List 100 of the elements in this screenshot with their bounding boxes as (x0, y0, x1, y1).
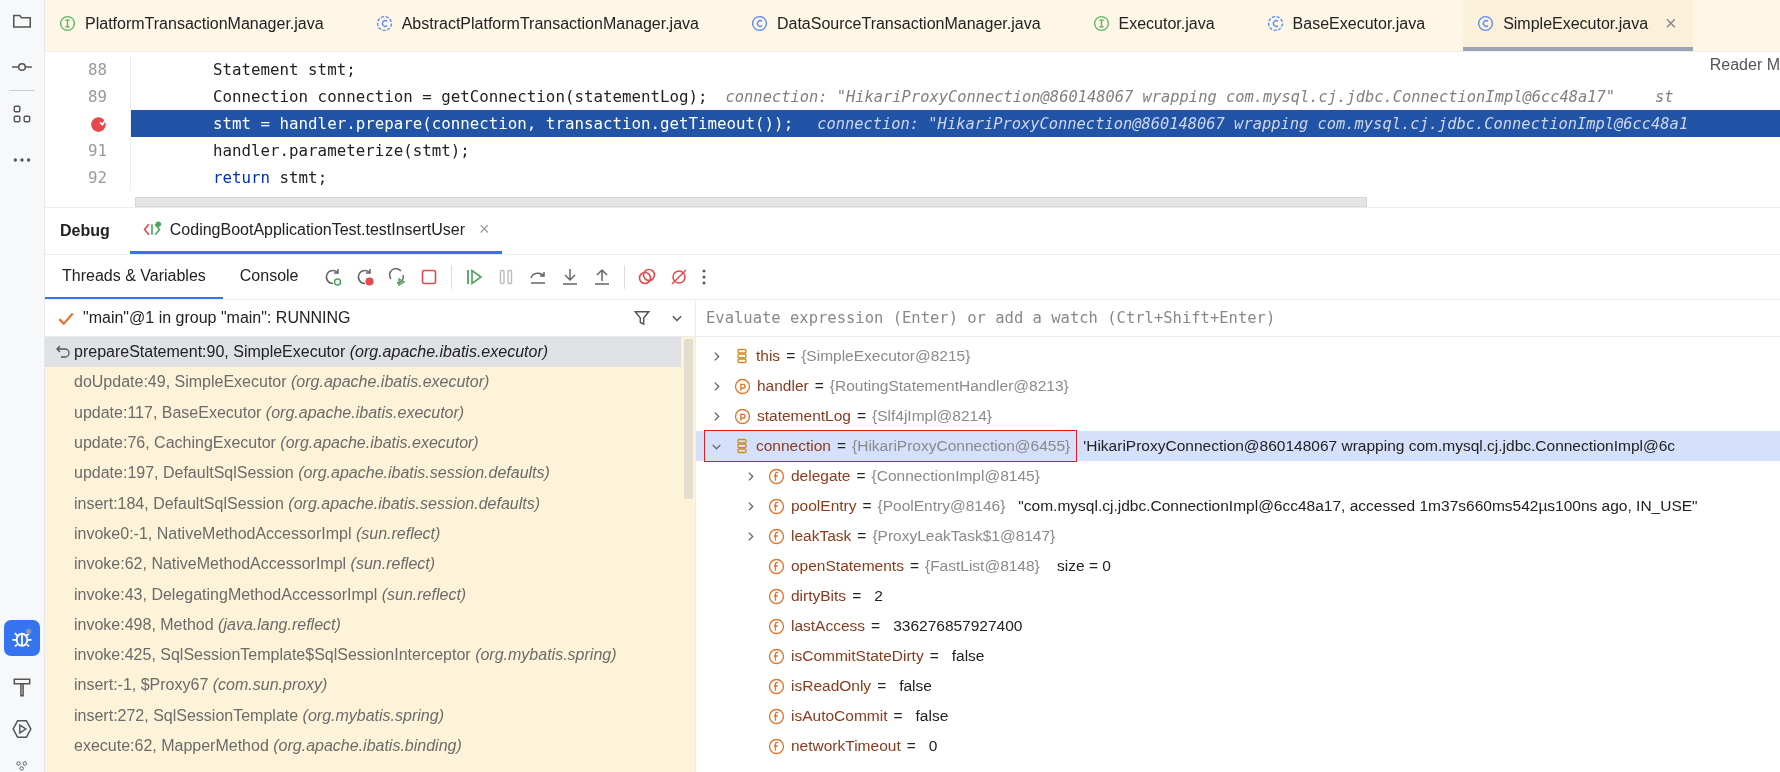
variable-row[interactable]: leakTask = {ProxyLeakTask$1@8147} (696, 521, 1780, 551)
restart-icon[interactable] (387, 267, 408, 287)
breakpoint-icon[interactable] (89, 114, 108, 133)
variable-name: isAutoCommit (791, 707, 888, 725)
variable-name: this (756, 347, 781, 365)
filter-icon[interactable] (633, 309, 651, 327)
code-line: return stmt; (212, 168, 328, 187)
thread-selector[interactable]: "main"@1 in group "main": RUNNING (83, 309, 625, 327)
equals-sign: = (871, 617, 881, 635)
rerun-failed-icon[interactable] (355, 267, 376, 287)
variable-row[interactable]: handler = {RoutingStatementHandler@8213} (696, 371, 1780, 401)
stack-frame[interactable]: execute:62, MapperMethod (org.apache.ibatis.binding) (45, 730, 681, 762)
variable-type: {RoutingStatementHandler@8213} (829, 377, 1069, 395)
equals-sign: = (814, 377, 824, 395)
editor-tab[interactable]: Executor.java (1088, 0, 1241, 51)
debug-icon[interactable] (4, 620, 40, 656)
stack-frame[interactable]: prepareStatement:90, SimpleExecutor (org.apache.ibatis.executor) (45, 337, 681, 368)
editor-tab[interactable]: BaseExecutor.java (1262, 0, 1452, 51)
line-number: 89 (87, 87, 107, 106)
equals-sign: = (862, 497, 872, 515)
equals-sign: = (852, 587, 862, 605)
scrollbar[interactable] (684, 339, 693, 499)
view-tab[interactable]: Console (222, 255, 316, 299)
variable-row[interactable]: poolEntry = {PoolEntry@8146} "com.mysql.cj.jdbc.ConnectionImpl@6cc48a17, accessed 1m37s660ms542µs100ns ago, IN_USE" (696, 491, 1780, 521)
breakpoints-icon[interactable] (637, 267, 658, 287)
variable-value: 0 (928, 737, 938, 755)
variable-row[interactable]: lastAccess = 336276857927400 (696, 611, 1780, 641)
equals-sign: = (856, 467, 866, 485)
variable-type: {ProxyLeakTask$1@8147} (872, 527, 1056, 545)
line-number: 91 (87, 141, 107, 160)
variable-type: {ConnectionImpl@8145} (871, 467, 1040, 485)
tab-label: AbstractPlatformTransactionManager.java (401, 14, 699, 33)
stack-frame[interactable]: invoke:425, SqlSessionTemplate$SqlSessionInterceptor (org.mybatis.spring) (45, 639, 681, 671)
variable-value: false (951, 647, 985, 665)
variable-row[interactable]: isReadOnly = false (696, 671, 1780, 701)
inline-value-hint: connection: "HikariProxyConnection@860148067 wrapping com.mysql.cj.jdbc.ConnectionImpl@6cc48a1 (817, 114, 1689, 133)
code-line: handler.parameterize(stmt); (212, 141, 470, 160)
stack-frame[interactable]: insert:272, SqlSessionTemplate (org.mybatis.spring) (45, 700, 681, 731)
variable-row[interactable]: isAutoCommit = false (696, 701, 1780, 731)
variable-type: {HikariProxyConnection@6455} (852, 437, 1071, 455)
scrollbar[interactable] (135, 197, 1367, 207)
tab-label: DataSourceTransactionManager.java (776, 14, 1041, 33)
stack-frame[interactable]: insert:184, DefaultSqlSession (org.apache.ibatis.session.defaults) (45, 488, 681, 519)
editor-tab[interactable]: SimpleExecutor.java × (1463, 0, 1693, 51)
structure-icon[interactable] (11, 103, 33, 125)
session-tab[interactable]: CodingBootApplicationTest.testInsertUser × (129, 208, 502, 254)
stack-frame[interactable]: update:197, DefaultSqlSession (org.apache.ibatis.session.defaults) (45, 458, 681, 489)
run-icon[interactable] (11, 718, 33, 740)
equals-sign: = (856, 407, 866, 425)
variable-row[interactable]: isCommitStateDirty = false (696, 641, 1780, 671)
stack-frame[interactable]: update:117, BaseExecutor (org.apache.ibatis.executor) (45, 397, 681, 428)
variable-row[interactable]: dirtyBits = 2 (696, 581, 1780, 611)
variable-value: 2 (874, 587, 883, 605)
view-tab[interactable]: Threads & Variables (45, 255, 223, 299)
equals-sign: = (786, 347, 796, 365)
stack-frame[interactable]: doUpdate:49, SimpleExecutor (org.apache.ibatis.executor) (45, 367, 681, 398)
tab-label: PlatformTransactionManager.java (85, 14, 324, 33)
editor-tab[interactable]: AbstractPlatformTransactionManager.java (371, 0, 725, 51)
line-number: 88 (87, 60, 107, 79)
variable-value: 'HikariProxyConnection@860148067 wrapping com.mysql.cj.jdbc.ConnectionImpl@6c (1083, 437, 1676, 455)
variable-row[interactable]: networkTimeout = 0 (696, 731, 1780, 761)
variable-row[interactable]: openStatements = {FastList@8148} size = 0 (696, 551, 1780, 581)
inline-value-hint: st (1655, 87, 1674, 106)
variable-name: isReadOnly (791, 677, 872, 695)
stack-frame[interactable]: invoke:498, Method (java.lang.reflect) (45, 609, 681, 640)
variable-name: delegate (791, 467, 851, 485)
code-line: Statement stmt; (212, 60, 356, 79)
test-run-icon (141, 221, 162, 238)
editor-tab[interactable]: DataSourceTransactionManager.java (746, 0, 1067, 51)
mute-breakpoints-icon[interactable] (669, 267, 690, 287)
equals-sign: = (877, 677, 887, 695)
variable-name: openStatements (791, 557, 904, 575)
panel-title: Debug (60, 221, 110, 241)
equals-sign: = (906, 737, 916, 755)
stack-frame[interactable]: invoke0:-1, NativeMethodAccessorImpl (sun.reflect) (45, 518, 681, 550)
code-line: stmt = handler.prepare(connection, transaction.getTimeout()); (212, 114, 794, 133)
more-icon[interactable] (701, 267, 708, 287)
variable-row[interactable]: statementLog = {Slf4jImpl@8214} (696, 401, 1780, 431)
reader-mode-link[interactable]: Reader M (1709, 56, 1780, 74)
equals-sign: = (857, 527, 867, 545)
stack-frame[interactable]: invoke:62, NativeMethodAccessorImpl (sun.reflect) (45, 549, 681, 580)
variable-row[interactable]: delegate = {ConnectionImpl@8145} (696, 461, 1780, 491)
equals-sign: = (909, 557, 919, 575)
resume-icon[interactable] (464, 267, 485, 287)
variable-name: statementLog (757, 407, 851, 425)
tab-label: SimpleExecutor.java (1503, 14, 1649, 33)
variable-type: {SimpleExecutor@8215} (801, 347, 971, 365)
variable-row[interactable]: connection = {HikariProxyConnection@6455} 'HikariProxyConnection@860148067 wrapping com.mysql.cj.jdbc.ConnectionImpl@6c (696, 431, 1780, 461)
stack-frame[interactable]: insert:-1, $Proxy67 (com.sun.proxy) (45, 670, 681, 701)
hammer-icon[interactable] (11, 676, 33, 698)
rerun-icon[interactable] (323, 267, 344, 287)
stack-frame[interactable]: invoke:43, DelegatingMethodAccessorImpl (sun.reflect) (45, 579, 681, 610)
variable-value: false (899, 677, 932, 695)
equals-sign: = (893, 707, 903, 725)
stack-frame[interactable]: update:76, CachingExecutor (org.apache.ibatis.executor) (45, 427, 681, 459)
variable-row[interactable]: this = {SimpleExecutor@8215} (696, 341, 1780, 371)
variable-name: leakTask (791, 527, 852, 545)
editor-tab[interactable]: PlatformTransactionManager.java (55, 0, 350, 51)
variable-type: {Slf4jImpl@8214} (872, 407, 992, 425)
variable-value: false (915, 707, 949, 725)
